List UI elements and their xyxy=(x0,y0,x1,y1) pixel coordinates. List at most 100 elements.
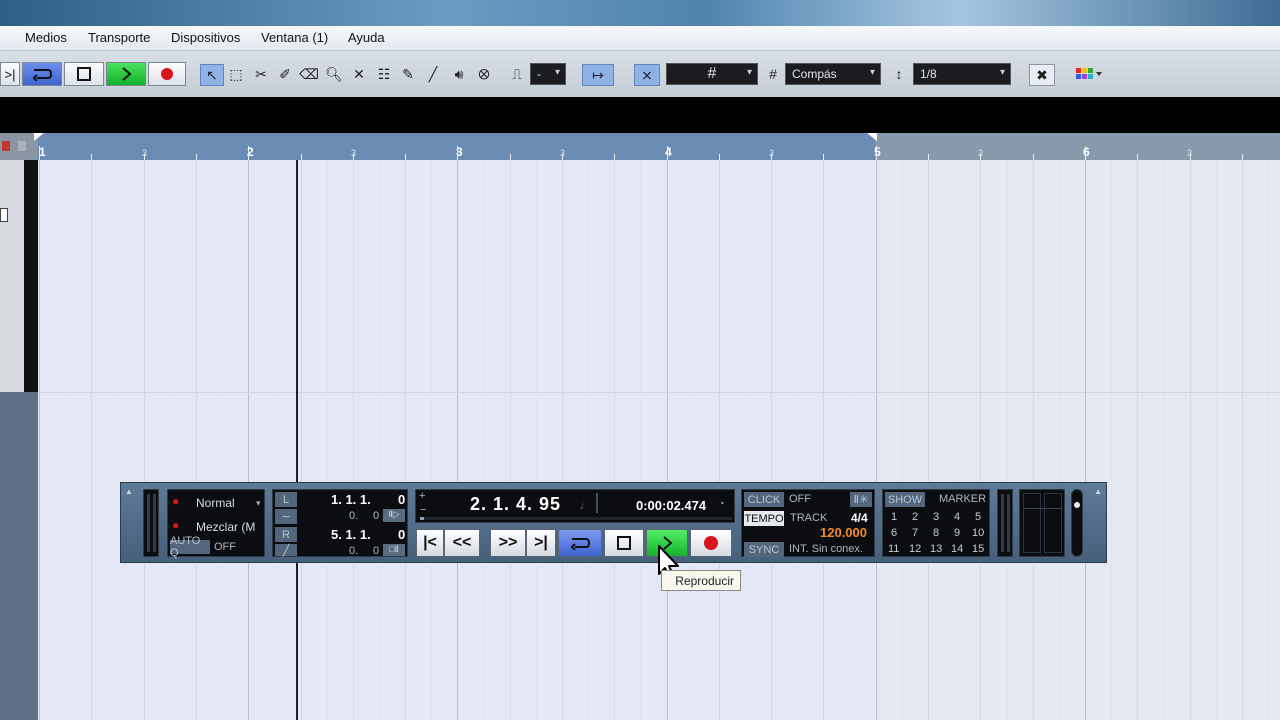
time-signature[interactable]: 4/4 xyxy=(851,511,868,525)
collapse-arrow-icon[interactable]: ▲ xyxy=(1094,487,1102,496)
project-cursor[interactable] xyxy=(296,160,298,720)
cycle-button[interactable] xyxy=(558,529,602,557)
erase-tool[interactable]: ⌫ xyxy=(298,64,320,84)
position-slider[interactable] xyxy=(420,517,732,520)
snap-zero-crossing-toggle[interactable]: ⨯ xyxy=(634,64,660,86)
position-time[interactable]: 0:00:02.474 xyxy=(636,498,706,513)
pre-roll-tick[interactable]: 0 xyxy=(373,510,379,522)
auto-quantize-button[interactable]: AUTO Q xyxy=(170,535,210,559)
record-mode-section: ● Normal ▾ ● Mezclar (M AUTO Q OFF xyxy=(167,489,265,559)
right-locator-tick[interactable]: 0 xyxy=(398,527,405,542)
menu-transporte[interactable]: Transporte xyxy=(88,30,150,45)
click-button[interactable]: CLICK xyxy=(744,492,784,507)
menu-dispositivos[interactable]: Dispositivos xyxy=(171,30,240,45)
output-volume-fader[interactable] xyxy=(1071,489,1083,557)
split-tool[interactable]: ✂ xyxy=(250,64,272,84)
post-roll-value[interactable]: 0. xyxy=(349,545,358,557)
collapse-arrow-icon[interactable]: ▲ xyxy=(125,487,133,496)
grid-size-icon-label: # xyxy=(762,64,784,84)
left-locator-button[interactable]: L xyxy=(275,492,297,507)
record-icon xyxy=(704,536,718,550)
track-edit-icon[interactable] xyxy=(0,208,8,222)
left-locator-tick[interactable]: 0 xyxy=(398,492,405,507)
fader-handle[interactable] xyxy=(1074,502,1080,508)
go-to-start-button[interactable]: |< xyxy=(416,529,444,557)
marker-button[interactable]: 7 xyxy=(912,527,918,539)
menu-ventana[interactable]: Ventana (1) xyxy=(261,30,328,45)
go-to-end-button[interactable]: >| xyxy=(526,529,556,557)
show-markers-button[interactable]: SHOW xyxy=(885,492,925,507)
go-to-end-button[interactable]: >| xyxy=(0,62,20,86)
autoscroll-toggle[interactable]: ⎍ xyxy=(506,64,528,84)
record-button[interactable] xyxy=(148,62,186,86)
marker-button[interactable]: 14 xyxy=(951,543,963,555)
plus-icon[interactable]: + xyxy=(419,490,425,502)
tempo-mode: TRACK xyxy=(790,512,828,524)
cycle-button[interactable] xyxy=(22,62,62,86)
crossfade-button[interactable]: ✖ xyxy=(1029,64,1055,86)
marker-button[interactable]: 5 xyxy=(975,511,981,523)
glue-tool[interactable]: ✐ xyxy=(274,64,296,84)
post-roll-tick[interactable]: 0 xyxy=(373,545,379,557)
left-locator-value[interactable]: 1. 1. 1. xyxy=(331,492,371,507)
play-tool[interactable]: 🔊︎ xyxy=(448,64,470,84)
marker-button[interactable]: 12 xyxy=(909,543,921,555)
draw-tool[interactable]: ✎ xyxy=(397,64,419,84)
tempo-button[interactable]: TEMPO xyxy=(744,511,784,526)
marker-button[interactable]: 2 xyxy=(912,511,918,523)
snap-toggle[interactable]: ↦ xyxy=(582,64,614,86)
stop-button[interactable] xyxy=(64,62,104,86)
fast-forward-button[interactable]: >> xyxy=(490,529,526,557)
record-button[interactable] xyxy=(690,529,732,557)
line-tool[interactable]: ╱ xyxy=(422,64,444,84)
mute-tool[interactable]: ✕ xyxy=(348,64,370,84)
marker-button[interactable]: 15 xyxy=(972,543,984,555)
cycle-record-mode[interactable]: Mezclar (M xyxy=(196,520,255,534)
stop-icon xyxy=(617,536,631,550)
rewind-button[interactable]: << xyxy=(444,529,480,557)
marker-button[interactable]: 3 xyxy=(933,511,939,523)
marker-button[interactable]: 9 xyxy=(954,527,960,539)
rewind-icon: << xyxy=(452,534,472,551)
range-selection-tool[interactable]: ⬚ xyxy=(225,64,247,84)
color-tool[interactable]: ⭙ xyxy=(473,64,495,84)
marker-button[interactable]: 1 xyxy=(891,511,897,523)
pre-roll-value[interactable]: 0. xyxy=(349,510,358,522)
grid-line xyxy=(693,160,694,720)
marker-button[interactable]: 10 xyxy=(972,527,984,539)
marker-button[interactable]: 13 xyxy=(930,543,942,555)
quantize-dropdown[interactable]: 1/8 ▾ xyxy=(913,63,1011,85)
click-settings-icon[interactable]: Ⅱ✳ xyxy=(850,492,872,507)
sync-button[interactable]: SYNC xyxy=(744,542,784,557)
menu-medios[interactable]: Medios xyxy=(25,30,67,45)
object-selection-tool[interactable]: ↖ xyxy=(200,64,224,86)
quantize-icon-label: ↕ xyxy=(888,64,910,84)
nudge-dropdown[interactable]: - ▾ xyxy=(530,63,566,85)
marker-button[interactable]: 4 xyxy=(954,511,960,523)
position-bars-beats[interactable]: 2. 1. 4. 95 xyxy=(470,494,561,515)
grid-size-dropdown[interactable]: Compás ▾ xyxy=(785,63,881,85)
stop-button[interactable] xyxy=(604,529,644,557)
punch-in-button[interactable]: ∼ xyxy=(275,509,297,524)
tempo-value[interactable]: 120.000 xyxy=(820,525,867,540)
pre-roll-toggle-icon[interactable]: Ⅱ▷ xyxy=(383,509,405,522)
color-picker-button[interactable] xyxy=(1070,64,1108,84)
timewarp-tool[interactable]: ☷ xyxy=(373,64,395,84)
minus-icon[interactable]: − xyxy=(420,504,426,516)
position-slider-handle[interactable] xyxy=(420,517,424,520)
event-display[interactable] xyxy=(38,160,1280,720)
menu-ayuda[interactable]: Ayuda xyxy=(348,30,385,45)
right-locator-button[interactable]: R xyxy=(275,527,297,542)
marker-button[interactable]: 11 xyxy=(888,543,899,555)
linear-record-mode[interactable]: Normal xyxy=(196,496,235,510)
play-button[interactable] xyxy=(106,62,146,86)
punch-out-button[interactable]: ╱ xyxy=(275,544,297,557)
zoom-tool[interactable]: 🔍︎ xyxy=(323,64,345,84)
right-locator-value[interactable]: 5. 1. 1. xyxy=(331,527,371,542)
post-roll-toggle-icon[interactable]: □Ⅱ xyxy=(383,544,405,556)
marker-button[interactable]: 6 xyxy=(891,527,897,539)
marker-button[interactable]: 8 xyxy=(933,527,939,539)
grid-type-dropdown[interactable]: # ▾ xyxy=(666,63,758,85)
glue-icon: ✐ xyxy=(279,65,291,82)
track-list[interactable] xyxy=(0,160,24,392)
